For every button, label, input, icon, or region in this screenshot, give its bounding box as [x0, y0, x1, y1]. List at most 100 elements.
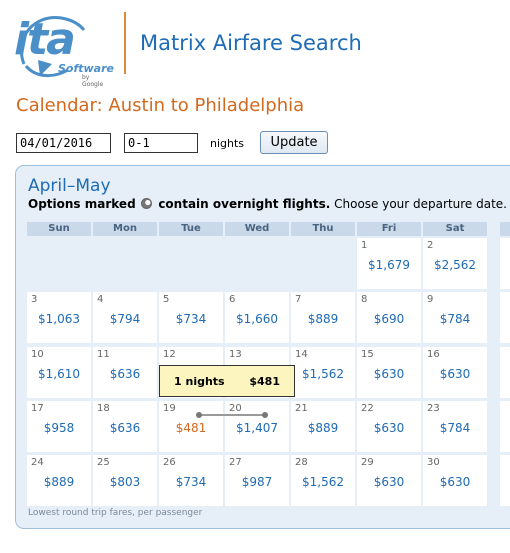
day-fare-link[interactable]: $734	[159, 312, 223, 326]
tooltip-nights: 1 nights	[174, 375, 225, 388]
calendar-day-cell[interactable]: 5 $734	[159, 292, 223, 343]
calendar-day-cell[interactable]: 14 $1,562	[291, 347, 355, 398]
calendar-day-cell[interactable]: 28 $1,562	[291, 455, 355, 506]
calendar-day-cell[interactable]: 7 $889	[291, 292, 355, 343]
calendar-day-cell[interactable]: 26 $734	[159, 455, 223, 506]
calendar-day-cell[interactable]: 1 $1,679	[357, 238, 421, 289]
calendar-day-cell[interactable]: 30 $630	[423, 455, 487, 506]
weekday-header: Tue	[159, 222, 223, 236]
tooltip-price: $481	[249, 375, 280, 388]
calendar-day-cell[interactable]: 24 $889	[27, 455, 91, 506]
day-number: 23	[427, 403, 440, 414]
day-fare-link[interactable]: $794	[93, 312, 157, 326]
day-fare-link[interactable]: $1,610	[27, 367, 91, 381]
day-number: 17	[31, 403, 44, 414]
calendar-day-cell[interactable]: 23 $784	[423, 401, 487, 452]
ita-software-logo: ita Software by Google	[14, 12, 114, 88]
app-title: Matrix Airfare Search	[140, 31, 362, 55]
day-fare-link[interactable]: $803	[93, 475, 157, 489]
day-number: 29	[361, 457, 374, 468]
overnight-note-bold: Options marked	[28, 197, 136, 211]
calendar-day-cell[interactable]: 25 $803	[93, 455, 157, 506]
overnight-note-bold-2: contain overnight flights.	[158, 197, 331, 211]
day-fare-link[interactable]: $636	[93, 367, 157, 381]
logo-byline: by Google	[82, 74, 104, 88]
calendar-overflow-cell	[500, 455, 510, 506]
day-number: 26	[163, 457, 176, 468]
day-fare-link[interactable]: $630	[357, 475, 421, 489]
day-fare-link[interactable]: $784	[423, 421, 487, 435]
nights-label: nights	[210, 137, 245, 150]
day-fare-link[interactable]: $1,407	[225, 421, 289, 435]
overnight-moon-icon	[141, 198, 153, 209]
day-fare-link[interactable]: $2,562	[423, 258, 487, 272]
calendar-day-cell[interactable]: 11 $636	[93, 347, 157, 398]
weekday-header: Wed	[225, 222, 289, 236]
calendar-overflow-cell	[500, 292, 510, 343]
departure-date-input[interactable]	[16, 133, 111, 153]
day-number: 12	[163, 349, 176, 360]
calendar-day-cell[interactable]: 10 $1,610	[27, 347, 91, 398]
day-fare-link[interactable]: $784	[423, 312, 487, 326]
day-number: 14	[295, 349, 308, 360]
calendar-day-cell[interactable]: 27 $987	[225, 455, 289, 506]
nights-input[interactable]	[124, 133, 198, 153]
day-number: 15	[361, 349, 374, 360]
calendar-day-cell[interactable]: 8 $690	[357, 292, 421, 343]
calendar-day-cell[interactable]: 18 $636	[93, 401, 157, 452]
day-fare-link[interactable]: $1,063	[27, 312, 91, 326]
day-number: 27	[229, 457, 242, 468]
calendar-day-cell[interactable]: 3 $1,063	[27, 292, 91, 343]
calendar-day-cell[interactable]: 2 $2,562	[423, 238, 487, 289]
fare-footnote: Lowest round trip fares, per passenger	[28, 508, 203, 518]
day-number: 3	[31, 294, 38, 305]
update-button[interactable]: Update	[260, 131, 328, 154]
weekday-header: Sun	[27, 222, 91, 236]
calendar-day-cell[interactable]: 22 $630	[357, 401, 421, 452]
calendar-day-cell[interactable]: 21 $889	[291, 401, 355, 452]
day-fare-link[interactable]: $690	[357, 312, 421, 326]
departure-instruction: Choose your departure date.	[334, 197, 507, 211]
calendar-day-cell[interactable]: 16 $630	[423, 347, 487, 398]
day-number: 4	[97, 294, 104, 305]
day-fare-link[interactable]: $630	[423, 367, 487, 381]
calendar-overflow-cell	[500, 401, 510, 452]
day-fare-link[interactable]: $1,679	[357, 258, 421, 272]
calendar-day-cell[interactable]: 17 $958	[27, 401, 91, 452]
calendar-day-cell[interactable]: 6 $1,660	[225, 292, 289, 343]
calendar-day-cell[interactable]: 4 $794	[93, 292, 157, 343]
day-number: 6	[229, 294, 236, 305]
day-fare-link[interactable]: $1,660	[225, 312, 289, 326]
day-fare-link[interactable]: $1,562	[291, 475, 355, 489]
day-number: 5	[163, 294, 170, 305]
day-fare-link[interactable]: $958	[27, 421, 91, 435]
day-fare-link[interactable]: $481	[159, 421, 223, 435]
day-fare-link[interactable]: $1,562	[291, 367, 355, 381]
calendar-day-cell[interactable]: 29 $630	[357, 455, 421, 506]
day-fare-link[interactable]: $636	[93, 421, 157, 435]
day-fare-link[interactable]: $889	[27, 475, 91, 489]
day-fare-link[interactable]: $889	[291, 312, 355, 326]
stay-range-line	[199, 414, 265, 416]
calendar-day-cell[interactable]: 20 $1,407	[225, 401, 289, 452]
calendar-day-cell[interactable]: 15 $630	[357, 347, 421, 398]
calendar-day-cell[interactable]: 19 $481	[159, 401, 223, 452]
day-fare-link[interactable]: $734	[159, 475, 223, 489]
weekday-header: Sat	[423, 222, 487, 236]
day-number: 28	[295, 457, 308, 468]
calendar-day-cell[interactable]: 9 $784	[423, 292, 487, 343]
day-fare-link[interactable]: $630	[357, 421, 421, 435]
logo-text: ita	[14, 14, 76, 65]
weekday-header-overflow	[500, 222, 510, 236]
calendar-overflow-cell	[500, 238, 510, 289]
day-number: 24	[31, 457, 44, 468]
day-number: 13	[229, 349, 242, 360]
day-fare-link[interactable]: $630	[423, 475, 487, 489]
weekday-header: Mon	[93, 222, 157, 236]
day-number: 18	[97, 403, 110, 414]
day-fare-link[interactable]: $987	[225, 475, 289, 489]
day-fare-link[interactable]: $889	[291, 421, 355, 435]
header-divider	[124, 12, 126, 74]
day-fare-link[interactable]: $630	[357, 367, 421, 381]
day-number: 19	[163, 403, 176, 414]
